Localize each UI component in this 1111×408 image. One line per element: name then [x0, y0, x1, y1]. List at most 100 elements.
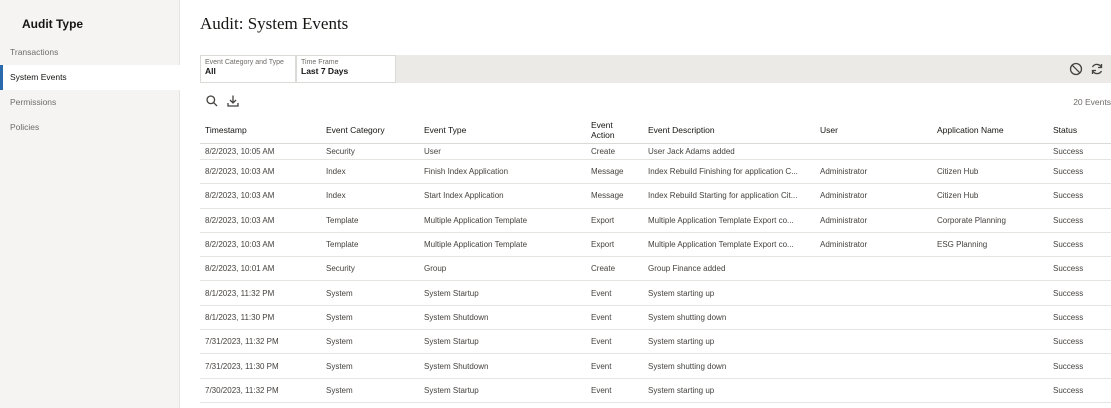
- column-header-event-action[interactable]: Event Action: [591, 116, 631, 144]
- filter-time-frame[interactable]: Time Frame Last 7 Days: [296, 55, 396, 83]
- cell-application-name: [937, 281, 1047, 304]
- table-row[interactable]: 8/1/2023, 11:30 PM System System Shutdown E…: [200, 306, 1111, 331]
- cell-event-type: Multiple Application Template: [424, 240, 528, 250]
- cell-event-description: Index Rebuild Finishing for application …: [648, 167, 798, 177]
- column-header-status[interactable]: Status: [1053, 116, 1108, 144]
- cell-event-category: Index: [326, 191, 346, 201]
- page-title: Audit: System Events: [200, 14, 349, 33]
- cell-status: Success: [1053, 167, 1084, 177]
- table-row[interactable]: 7/31/2023, 11:32 PM System System Startup E…: [200, 330, 1111, 355]
- cell-event-type: User: [424, 147, 441, 156]
- cell-status: Success: [1053, 385, 1084, 395]
- filter-value: All: [205, 66, 216, 76]
- cell-event-description: Group Finance added: [648, 264, 726, 274]
- cell-event-action: Message: [591, 167, 624, 177]
- cell-status: Success: [1053, 191, 1084, 201]
- main-content: Audit: System Events Event Category and …: [180, 0, 1111, 408]
- cell-timestamp: 7/31/2023, 11:30 PM: [205, 361, 279, 371]
- column-header-timestamp[interactable]: Timestamp: [205, 116, 321, 144]
- cell-user: [820, 330, 930, 353]
- table-row[interactable]: 8/1/2023, 11:32 PM System System Startup Ev…: [200, 281, 1111, 306]
- cell-event-description: Multiple Application Template Export co.…: [648, 240, 794, 250]
- cell-status: Success: [1053, 337, 1084, 347]
- events-table: Timestamp Event Category Event Type Even…: [200, 116, 1111, 403]
- table-row[interactable]: 8/2/2023, 10:05 AM Security User Create User…: [200, 144, 1111, 160]
- export-icon[interactable]: [226, 94, 240, 108]
- cell-status: Success: [1053, 288, 1084, 298]
- cell-application-name: Citizen Hub: [937, 191, 979, 201]
- table-row[interactable]: 7/31/2023, 11:30 PM System System Shutdown…: [200, 354, 1111, 379]
- cell-event-action: Create: [591, 147, 616, 156]
- cell-timestamp: 8/2/2023, 10:01 AM: [205, 264, 275, 274]
- table-toolbar: 20 Events: [200, 93, 1111, 111]
- cell-status: Success: [1053, 361, 1084, 371]
- cell-event-type: System Startup: [424, 337, 479, 347]
- cell-user: [820, 257, 930, 280]
- cell-application-name: [937, 330, 1047, 353]
- cell-event-type: System Startup: [424, 385, 479, 395]
- cell-status: Success: [1053, 264, 1084, 274]
- sidebar-nav: Transactions System Events Permissions P…: [0, 40, 180, 140]
- cell-event-category: System: [326, 312, 353, 322]
- cell-event-type: System Shutdown: [424, 312, 489, 322]
- cell-timestamp: 8/2/2023, 10:03 AM: [205, 167, 275, 177]
- table-row[interactable]: 7/30/2023, 11:32 PM System System Startup E…: [200, 379, 1111, 403]
- column-header-event-category[interactable]: Event Category: [326, 116, 416, 144]
- filter-value: Last 7 Days: [301, 66, 349, 76]
- cell-event-description: System starting up: [648, 385, 715, 395]
- cell-user: [820, 144, 930, 159]
- cell-event-description: System starting up: [648, 337, 715, 347]
- cell-event-action: Message: [591, 191, 624, 201]
- cell-event-description: System starting up: [648, 288, 715, 298]
- cell-event-action: Event: [591, 385, 612, 395]
- column-header-event-description[interactable]: Event Description: [648, 116, 813, 144]
- refresh-icon[interactable]: [1089, 61, 1105, 77]
- cell-timestamp: 7/30/2023, 11:32 PM: [205, 385, 279, 395]
- clear-filters-icon[interactable]: [1068, 61, 1084, 77]
- table-row[interactable]: 8/2/2023, 10:01 AM Security Group Create Gro…: [200, 257, 1111, 282]
- cell-application-name: [937, 306, 1047, 329]
- cell-event-action: Event: [591, 288, 612, 298]
- column-header-user[interactable]: User: [820, 116, 930, 144]
- sidebar-item-system-events[interactable]: System Events: [0, 65, 180, 90]
- cell-event-type: Finish Index Application: [424, 167, 509, 177]
- cell-event-category: Template: [326, 215, 359, 225]
- cell-application-name: [937, 257, 1047, 280]
- cell-user: Administrator: [820, 167, 868, 177]
- cell-event-description: System shutting down: [648, 312, 727, 322]
- cell-event-type: Multiple Application Template: [424, 215, 528, 225]
- cell-event-action: Event: [591, 312, 612, 322]
- cell-timestamp: 8/1/2023, 11:30 PM: [205, 312, 275, 322]
- cell-timestamp: 8/2/2023, 10:03 AM: [205, 240, 275, 250]
- sidebar-item-policies[interactable]: Policies: [0, 115, 180, 140]
- column-header-application-name[interactable]: Application Name: [937, 116, 1047, 144]
- cell-status: Success: [1053, 240, 1084, 250]
- filter-bar: Event Category and Type All Time Frame L…: [200, 55, 1111, 83]
- column-header-event-type[interactable]: Event Type: [424, 116, 584, 144]
- cell-event-description: System shutting down: [648, 361, 727, 371]
- sidebar-item-permissions[interactable]: Permissions: [0, 90, 180, 115]
- cell-status: Success: [1053, 312, 1084, 322]
- cell-application-name: Corporate Planning: [937, 215, 1006, 225]
- cell-event-category: Index: [326, 167, 346, 177]
- filter-label: Event Category and Type: [205, 59, 284, 66]
- table-row[interactable]: 8/2/2023, 10:03 AM Index Start Index Appli…: [200, 184, 1111, 209]
- table-row[interactable]: 8/2/2023, 10:03 AM Index Finish Index Appl…: [200, 160, 1111, 185]
- search-icon[interactable]: [205, 94, 219, 108]
- table-row[interactable]: 8/2/2023, 10:03 AM Template Multiple Appli…: [200, 233, 1111, 258]
- cell-event-description: Multiple Application Template Export co.…: [648, 215, 794, 225]
- cell-timestamp: 8/2/2023, 10:03 AM: [205, 215, 275, 225]
- cell-application-name: Citizen Hub: [937, 167, 979, 177]
- cell-event-type: Start Index Application: [424, 191, 504, 201]
- table-body: 8/2/2023, 10:05 AM Security User Create User…: [200, 144, 1111, 403]
- cell-event-description: User Jack Adams added: [648, 147, 735, 156]
- cell-event-action: Event: [591, 361, 612, 371]
- filter-event-category-type[interactable]: Event Category and Type All: [200, 55, 296, 83]
- cell-event-category: System: [326, 337, 353, 347]
- cell-application-name: [937, 379, 1047, 402]
- cell-user: Administrator: [820, 215, 868, 225]
- table-row[interactable]: 8/2/2023, 10:03 AM Template Multiple Appli…: [200, 209, 1111, 233]
- cell-user: Administrator: [820, 191, 868, 201]
- sidebar-item-transactions[interactable]: Transactions: [0, 40, 180, 65]
- cell-application-name: ESG Planning: [937, 240, 988, 250]
